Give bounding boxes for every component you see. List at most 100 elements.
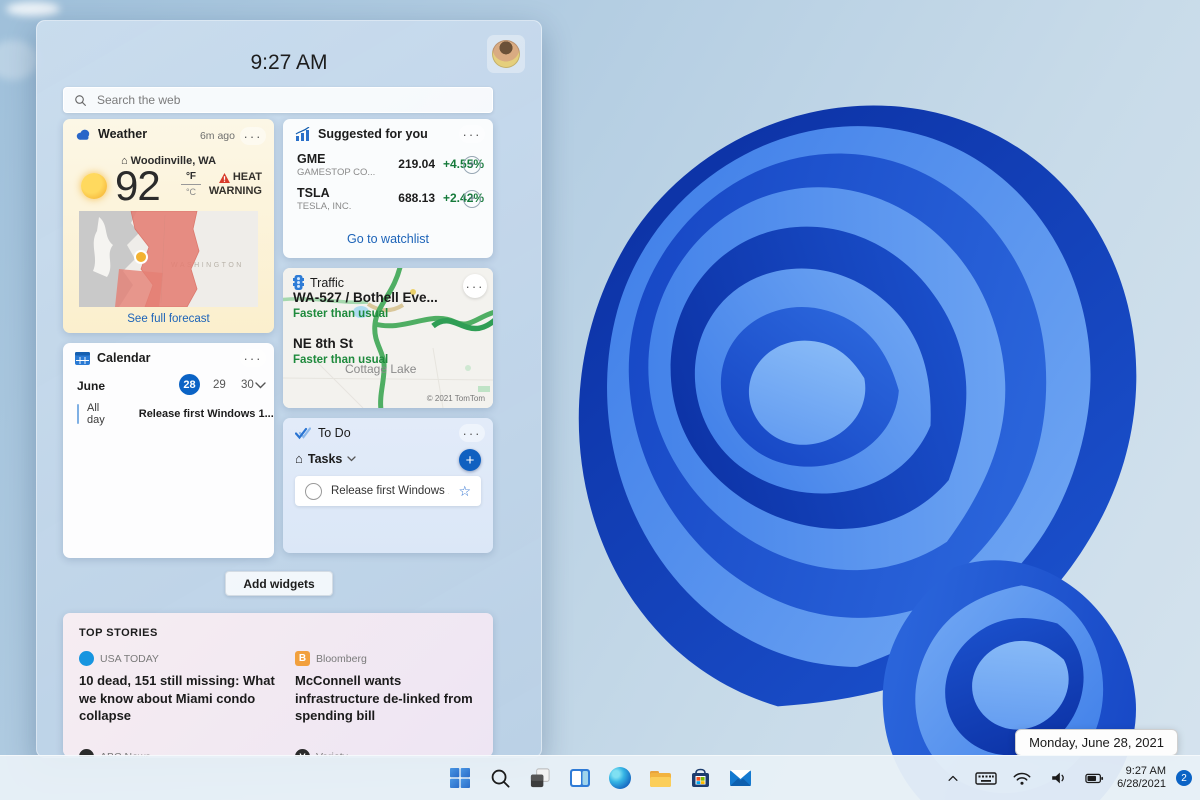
- weather-widget[interactable]: Weather 6m ago ··· ⌂ Woodinville, WA 92 …: [63, 119, 274, 333]
- task-row[interactable]: Release first Windows 11... ☆: [295, 476, 481, 506]
- edge-browser-icon[interactable]: [607, 765, 633, 791]
- top-stories-title: TOP STORIES: [79, 627, 158, 639]
- story-headline[interactable]: 10 dead, 151 still missing: What we know…: [79, 672, 275, 725]
- desktop: 9:27 AM Weather 6m ago ···: [0, 0, 1200, 800]
- traffic-light-icon: [293, 275, 304, 290]
- traffic-widget[interactable]: Traffic ··· WA-527 / Bothell Eve... Fast…: [283, 268, 493, 408]
- star-icon[interactable]: ☆: [458, 483, 471, 500]
- chevron-down-icon: [347, 455, 357, 461]
- wifi-icon[interactable]: [1009, 765, 1035, 791]
- add-to-watchlist-button[interactable]: +: [463, 190, 481, 208]
- date-tooltip: Monday, June 28, 2021: [1015, 729, 1178, 756]
- todo-title: To Do: [318, 426, 351, 440]
- bloomberg-logo: B: [295, 651, 310, 666]
- stock-price: 219.04: [398, 157, 435, 171]
- traffic-menu-button[interactable]: ···: [463, 274, 487, 298]
- stocks-title: Suggested for you: [318, 127, 428, 141]
- weather-updated: 6m ago: [199, 130, 235, 142]
- calendar-event-row[interactable]: All day Release first Windows 1...: [77, 401, 274, 427]
- hidden-icons-chevron[interactable]: [943, 765, 963, 791]
- cloud-decoration: [6, 2, 60, 16]
- alert-line2: WARNING: [208, 184, 262, 197]
- search-input[interactable]: [95, 92, 482, 108]
- start-button[interactable]: [447, 765, 473, 791]
- unit-c[interactable]: °C: [181, 187, 201, 197]
- stock-row[interactable]: TSLA TESLA, INC. 688.13 +2.42% +: [297, 186, 484, 212]
- weather-alert-map[interactable]: WASHINGTON: [79, 211, 258, 307]
- traffic-map-label: Cottage Lake: [345, 362, 417, 376]
- calendar-day[interactable]: 30: [241, 379, 254, 391]
- stock-price: 688.13: [398, 191, 435, 205]
- traffic-title: Traffic: [310, 276, 345, 290]
- wallpaper-bloom: [549, 76, 1186, 800]
- weather-forecast-link[interactable]: See full forecast: [63, 313, 274, 325]
- avatar: [492, 40, 520, 68]
- touch-keyboard-icon[interactable]: [973, 765, 999, 791]
- todo-check-icon: [295, 426, 311, 439]
- stocks-menu-button[interactable]: ···: [459, 125, 485, 143]
- todo-menu-button[interactable]: ···: [459, 424, 485, 442]
- traffic-status1: Faster than usual: [293, 308, 389, 320]
- unit-toggle[interactable]: °F °C: [181, 171, 201, 197]
- mail-icon[interactable]: [727, 765, 753, 791]
- notification-badge[interactable]: 2: [1176, 770, 1192, 786]
- stocks-chart-icon: [295, 127, 310, 141]
- traffic-route2: NE 8th St: [293, 336, 354, 351]
- task-checkbox[interactable]: [305, 482, 322, 500]
- story-item[interactable]: USA TODAY 10 dead, 151 still missing: Wh…: [79, 651, 275, 725]
- stocks-widget[interactable]: Suggested for you ··· GME GAMESTOP CO...…: [283, 119, 493, 258]
- weather-cloud-icon: [76, 129, 90, 140]
- story-source: Bloomberg: [316, 652, 367, 665]
- file-explorer-icon[interactable]: [647, 765, 673, 791]
- widgets-button[interactable]: [567, 765, 593, 791]
- story-source: USA TODAY: [100, 652, 159, 665]
- volume-icon[interactable]: [1045, 765, 1071, 791]
- warning-icon: [218, 172, 230, 183]
- usa-today-logo: [79, 651, 94, 666]
- clock-date: 6/28/2021: [1117, 778, 1166, 790]
- cloud-decoration: [0, 40, 38, 80]
- search-bar[interactable]: [63, 87, 493, 113]
- chevron-down-icon[interactable]: [255, 382, 266, 389]
- stock-row[interactable]: GME GAMESTOP CO... 219.04 +4.55% +: [297, 152, 484, 178]
- calendar-title: Calendar: [97, 351, 151, 365]
- todo-list-label: Tasks: [307, 451, 343, 466]
- todo-list-selector[interactable]: ⌂ Tasks: [295, 451, 357, 466]
- calendar-widget[interactable]: Calendar ··· June 28 29 30 All day Relea…: [63, 343, 274, 558]
- calendar-menu-button[interactable]: ···: [240, 349, 266, 367]
- taskbar: 9:27 AM 6/28/2021 2: [0, 755, 1200, 800]
- event-color-bar: [77, 404, 79, 424]
- search-icon: [75, 94, 86, 106]
- calendar-day-selected[interactable]: 28: [179, 374, 200, 395]
- task-title: Release first Windows 11...: [331, 485, 449, 497]
- battery-icon[interactable]: [1081, 765, 1107, 791]
- traffic-route1: WA-527 / Bothell Eve...: [293, 290, 438, 305]
- weather-temp: 92: [115, 162, 161, 209]
- taskbar-search-button[interactable]: [487, 765, 513, 791]
- taskbar-clock[interactable]: 9:27 AM 6/28/2021: [1117, 765, 1166, 791]
- widgets-panel: 9:27 AM Weather 6m ago ···: [36, 20, 542, 758]
- watchlist-link[interactable]: Go to watchlist: [283, 232, 493, 246]
- add-to-watchlist-button[interactable]: +: [463, 156, 481, 174]
- weather-menu-button[interactable]: ···: [240, 127, 266, 145]
- alert-line1: HEAT: [232, 171, 262, 183]
- task-view-button[interactable]: [527, 765, 553, 791]
- top-stories-section: TOP STORIES USA TODAY 10 dead, 151 still…: [63, 613, 493, 757]
- heat-warning: HEAT WARNING: [209, 171, 262, 199]
- event-time: All day: [87, 402, 105, 426]
- home-icon: ⌂: [295, 451, 303, 466]
- calendar-day[interactable]: 29: [213, 379, 226, 391]
- unit-f[interactable]: °F: [181, 171, 201, 182]
- story-item[interactable]: B Bloomberg McConnell wants infrastructu…: [295, 651, 485, 725]
- event-title: Release first Windows 1...: [138, 408, 274, 420]
- todo-widget[interactable]: To Do ··· ⌂ Tasks + Release first Window…: [283, 418, 493, 553]
- weather-location-row: ⌂ Woodinville, WA: [63, 155, 274, 167]
- story-headline[interactable]: McConnell wants infrastructure de-linked…: [295, 672, 485, 725]
- add-task-button[interactable]: +: [459, 449, 481, 471]
- panel-clock: 9:27 AM: [250, 51, 328, 74]
- calendar-month: June: [77, 379, 106, 393]
- add-widgets-button[interactable]: Add widgets: [225, 571, 333, 596]
- microsoft-store-icon[interactable]: [687, 765, 713, 791]
- traffic-copyright: © 2021 TomTom: [426, 394, 485, 403]
- account-button[interactable]: [487, 35, 525, 73]
